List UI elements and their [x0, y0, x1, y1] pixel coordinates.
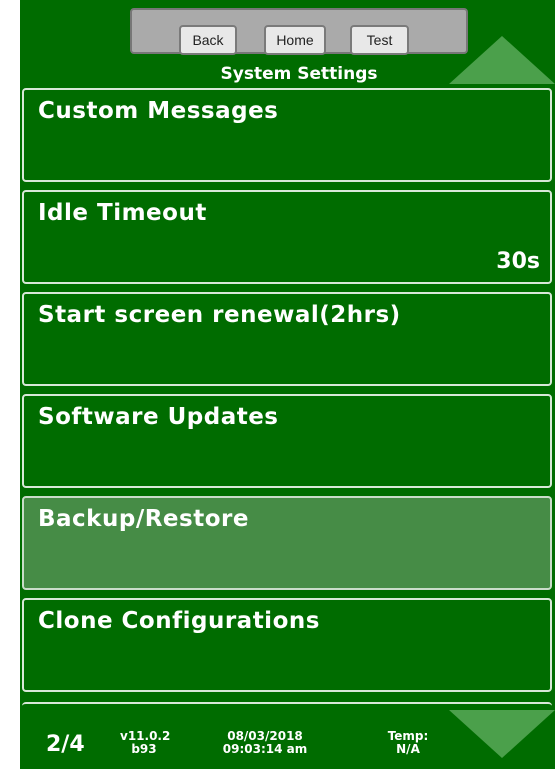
device-screen: Back Home Test System Settings Custom Me…	[20, 0, 555, 769]
back-button[interactable]: Back	[179, 25, 237, 55]
next-item-peek	[22, 702, 552, 710]
datetime-info: 08/03/2018 09:03:14 am	[210, 730, 320, 756]
list-item-custom-messages[interactable]: Custom Messages	[22, 88, 552, 182]
temperature-info: Temp: N/A	[378, 730, 438, 756]
test-button[interactable]: Test	[350, 25, 409, 55]
list-item-clone-configurations[interactable]: Clone Configurations	[22, 598, 552, 692]
home-button[interactable]: Home	[264, 25, 326, 55]
temp-value: N/A	[396, 742, 420, 756]
item-label: Backup/Restore	[38, 506, 249, 532]
list-item-backup-restore[interactable]: Backup/Restore	[22, 496, 552, 590]
item-label: Custom Messages	[38, 98, 279, 124]
item-label: Idle Timeout	[38, 200, 207, 226]
item-label: Software Updates	[38, 404, 279, 430]
scroll-down-arrow-icon[interactable]	[449, 710, 555, 758]
item-label: Start screen renewal(2hrs)	[38, 302, 401, 328]
time-text: 09:03:14 am	[222, 742, 308, 756]
list-item-start-screen-renewal[interactable]: Start screen renewal(2hrs)	[22, 292, 552, 386]
list-item-software-updates[interactable]: Software Updates	[22, 394, 552, 488]
top-button-bar: Back Home Test	[130, 8, 468, 55]
page-indicator: 2/4	[46, 732, 85, 757]
version-info: v11.0.2 b93	[120, 730, 170, 756]
item-label: Clone Configurations	[38, 608, 320, 634]
list-item-idle-timeout[interactable]: Idle Timeout 30s	[22, 190, 552, 284]
item-value: 30s	[496, 249, 540, 274]
page-title: System Settings	[220, 64, 378, 84]
scroll-up-arrow-icon[interactable]	[449, 36, 555, 84]
build-number: b93	[131, 742, 157, 756]
